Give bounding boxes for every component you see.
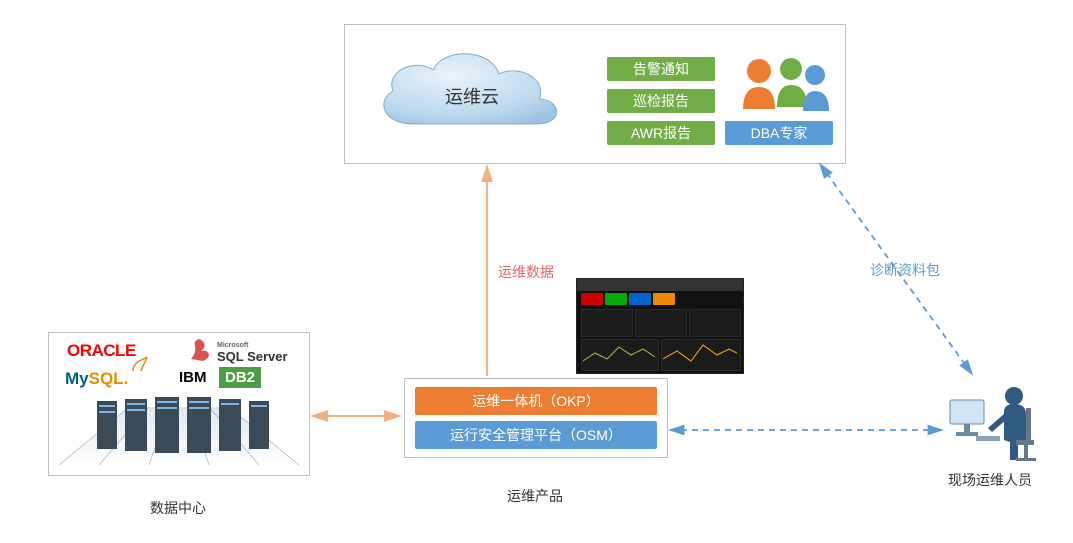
svg-text:Microsoft: Microsoft bbox=[217, 342, 249, 349]
dashboard-thumbnail bbox=[576, 278, 744, 374]
onsite-person-icon bbox=[946, 378, 1036, 464]
logo-ibm: IBM bbox=[179, 369, 207, 386]
pill-okp: 运维一体机（OKP） bbox=[415, 387, 657, 415]
logo-db2: DB2 bbox=[219, 367, 261, 388]
cloud-icon: 运维云 bbox=[363, 41, 581, 147]
pill-inspect-report: 巡检报告 bbox=[607, 89, 715, 113]
onsite-person-label: 现场运维人员 bbox=[910, 470, 1070, 490]
svg-text:SQL Server: SQL Server bbox=[217, 349, 288, 364]
logo-mysql: MySQL. bbox=[65, 369, 128, 389]
ops-product-box: 运维一体机（OKP） 运行安全管理平台（OSM） bbox=[404, 378, 668, 458]
cloud-ops-box: 运维云 告警通知 巡检报告 AWR报告 DBA专家 bbox=[344, 24, 846, 164]
pill-awr-report: AWR报告 bbox=[607, 121, 715, 145]
cloud-label: 运维云 bbox=[363, 83, 581, 109]
edge-label-ops-data: 运维数据 bbox=[498, 262, 554, 282]
pill-alert-notify: 告警通知 bbox=[607, 57, 715, 81]
edge-label-diag-pack: 诊断资料包 bbox=[870, 260, 940, 280]
ops-product-label: 运维产品 bbox=[404, 486, 666, 506]
pill-dba-expert: DBA专家 bbox=[725, 121, 833, 145]
logo-oracle: ORACLE bbox=[67, 341, 136, 361]
pill-osm: 运行安全管理平台（OSM） bbox=[415, 421, 657, 449]
data-center-label: 数据中心 bbox=[48, 498, 308, 518]
data-center-box: ORACLE Microsoft SQL Server MySQL. IBM D… bbox=[48, 332, 310, 476]
server-racks-icon bbox=[59, 395, 299, 465]
people-group-icon bbox=[731, 53, 831, 113]
